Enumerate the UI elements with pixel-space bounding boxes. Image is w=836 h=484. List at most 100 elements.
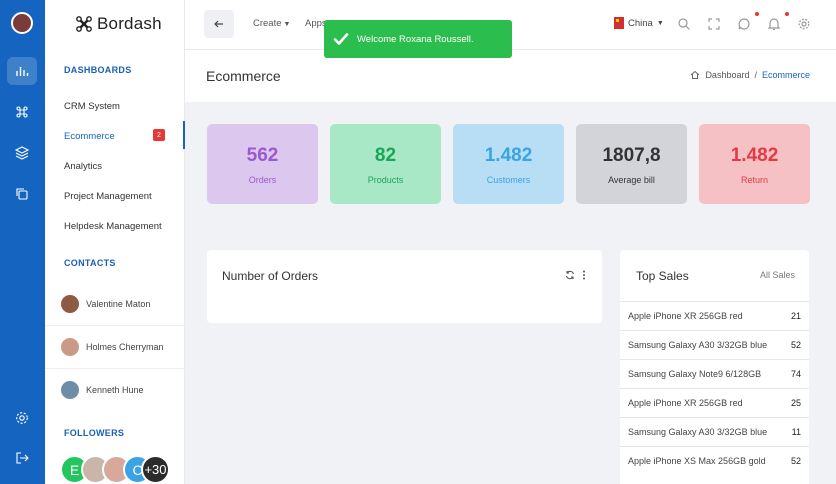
notification-dot	[785, 12, 789, 16]
bell-icon[interactable]	[767, 17, 781, 31]
contact-name: Kenneth Hune	[86, 385, 144, 395]
breadcrumb-link[interactable]: Dashboard	[705, 70, 749, 80]
count-badge: 2	[153, 129, 165, 141]
sidebar-item-crm[interactable]: CRM System	[64, 101, 184, 112]
sidebar-item-project-management[interactable]: Project Management	[64, 191, 184, 202]
more-vertical-icon[interactable]	[582, 270, 586, 280]
table-row[interactable]: Samsung Galaxy A30 3/32GB blue 11	[620, 417, 809, 446]
stat-value: 82	[374, 145, 397, 166]
breadcrumb-separator: /	[754, 70, 757, 80]
orders-card: Number of Orders	[207, 250, 602, 323]
table-row[interactable]: Samsung Galaxy A30 3/32GB blue 52	[620, 330, 809, 359]
notification-dot	[755, 12, 759, 16]
stat-card-average-bill[interactable]: 1807,8 Average bill	[576, 124, 687, 204]
toast-message: Welcome Roxana Roussell.	[357, 33, 474, 45]
sidebar-item-helpdesk-management[interactable]: Helpdesk Management	[64, 221, 184, 232]
avatar	[61, 338, 79, 356]
contact-name: Valentine Maton	[86, 299, 151, 309]
chat-icon[interactable]	[737, 17, 751, 31]
top-sales-card: Top Sales All Sales Apple iPhone XR 256G…	[620, 250, 809, 484]
dashboards-heading: DASHBOARDS	[64, 65, 132, 75]
product-name: Samsung Galaxy A30 3/32GB blue	[628, 427, 768, 437]
product-name: Apple iPhone XR 256GB red	[628, 311, 743, 321]
welcome-toast[interactable]: Welcome Roxana Roussell.	[324, 20, 512, 58]
caret-down-icon: ▼	[656, 19, 664, 27]
contacts-heading: CONTACTS	[64, 258, 116, 268]
stat-label: Customers	[486, 175, 531, 185]
refresh-icon[interactable]	[565, 270, 575, 280]
contact-item[interactable]: Holmes Cherryman	[45, 326, 185, 369]
command-icon[interactable]	[7, 98, 37, 126]
followers-heading: FOLLOWERS	[64, 428, 125, 438]
stat-card-customers[interactable]: 1.482 Customers	[453, 124, 564, 204]
product-qty: 21	[790, 311, 801, 321]
stat-value: 1.482	[730, 145, 779, 166]
country-selector[interactable]: China ▼	[614, 17, 664, 29]
brand-icon	[76, 16, 92, 32]
brand-name: Bordash	[97, 14, 162, 33]
arrow-left-icon	[214, 20, 223, 28]
brand-logo[interactable]: Bordash	[75, 12, 162, 36]
product-qty: 52	[790, 340, 801, 350]
settings-icon[interactable]	[7, 404, 37, 432]
menu-label: Create	[253, 18, 282, 29]
home-icon	[691, 70, 700, 79]
stat-value: 1.482	[484, 145, 533, 166]
more-followers-badge[interactable]: +30	[141, 455, 170, 484]
card-title: Number of Orders	[222, 269, 319, 283]
avatar	[61, 381, 79, 399]
logout-icon[interactable]	[7, 444, 37, 472]
stat-card-return[interactable]: 1.482 Return	[699, 124, 810, 204]
table-row[interactable]: Apple iPhone XR 256GB red 25	[620, 388, 809, 417]
layers-icon[interactable]	[7, 139, 37, 167]
sidebar-item-label: CRM System	[64, 101, 120, 112]
stat-card-products[interactable]: 82 Products	[330, 124, 441, 204]
user-avatar[interactable]	[11, 12, 33, 34]
flag-icon	[614, 17, 624, 29]
stat-value: 1807,8	[602, 145, 661, 166]
page-header: Ecommerce Dashboard / Ecommerce	[185, 50, 836, 102]
stat-card-orders[interactable]: 562 Orders	[207, 124, 318, 204]
table-row[interactable]: Apple iPhone XS Max 256GB gold 52	[620, 446, 809, 475]
product-qty: 74	[790, 369, 801, 379]
sidebar: Bordash DASHBOARDS CRM System Ecommerce …	[45, 0, 185, 484]
copy-icon[interactable]	[7, 180, 37, 208]
product-qty: 11	[791, 427, 801, 437]
fullscreen-icon[interactable]	[707, 17, 721, 31]
stat-value: 562	[246, 145, 279, 166]
all-sales-link[interactable]: All Sales	[760, 270, 795, 280]
stat-label: Products	[367, 175, 404, 185]
gear-icon[interactable]	[797, 17, 811, 31]
sidebar-item-label: Project Management	[64, 191, 152, 202]
contact-name: Holmes Cherryman	[86, 342, 164, 352]
breadcrumb-current: Ecommerce	[761, 70, 810, 80]
avatar	[61, 295, 79, 313]
stat-label: Average bill	[608, 175, 655, 185]
sidebar-item-analytics[interactable]: Analytics	[64, 161, 184, 172]
contact-item[interactable]: Valentine Maton	[45, 283, 185, 326]
sidebar-item-label: Analytics	[64, 161, 103, 172]
card-title: Top Sales	[636, 269, 689, 283]
stat-label: Orders	[248, 175, 277, 185]
product-name: Samsung Galaxy A30 3/32GB blue	[628, 340, 768, 350]
create-menu[interactable]: Create ▼	[253, 18, 290, 29]
product-name: Samsung Galaxy Note9 6/128GB	[628, 369, 762, 379]
stat-label: Return	[740, 175, 768, 185]
sidebar-item-ecommerce[interactable]: Ecommerce 2	[64, 129, 184, 142]
country-label: China	[628, 17, 653, 29]
search-icon[interactable]	[677, 17, 691, 31]
active-indicator	[183, 121, 185, 149]
chart-icon[interactable]	[7, 57, 37, 85]
sidebar-item-label: Ecommerce	[64, 131, 115, 142]
sidebar-item-label: Helpdesk Management	[64, 221, 162, 232]
product-name: Apple iPhone XR 256GB red	[628, 398, 743, 408]
icon-rail	[0, 0, 45, 484]
back-button[interactable]	[204, 10, 234, 38]
table-row[interactable]: Samsung Galaxy Note9 6/128GB 74	[620, 359, 809, 388]
breadcrumb: Dashboard / Ecommerce	[690, 70, 810, 80]
product-name: Apple iPhone XS Max 256GB gold	[628, 456, 766, 466]
check-icon	[333, 33, 349, 45]
caret-down-icon: ▼	[283, 21, 291, 28]
contact-item[interactable]: Kenneth Hune	[45, 369, 185, 412]
table-row[interactable]: Apple iPhone XR 256GB red 21	[620, 301, 809, 330]
